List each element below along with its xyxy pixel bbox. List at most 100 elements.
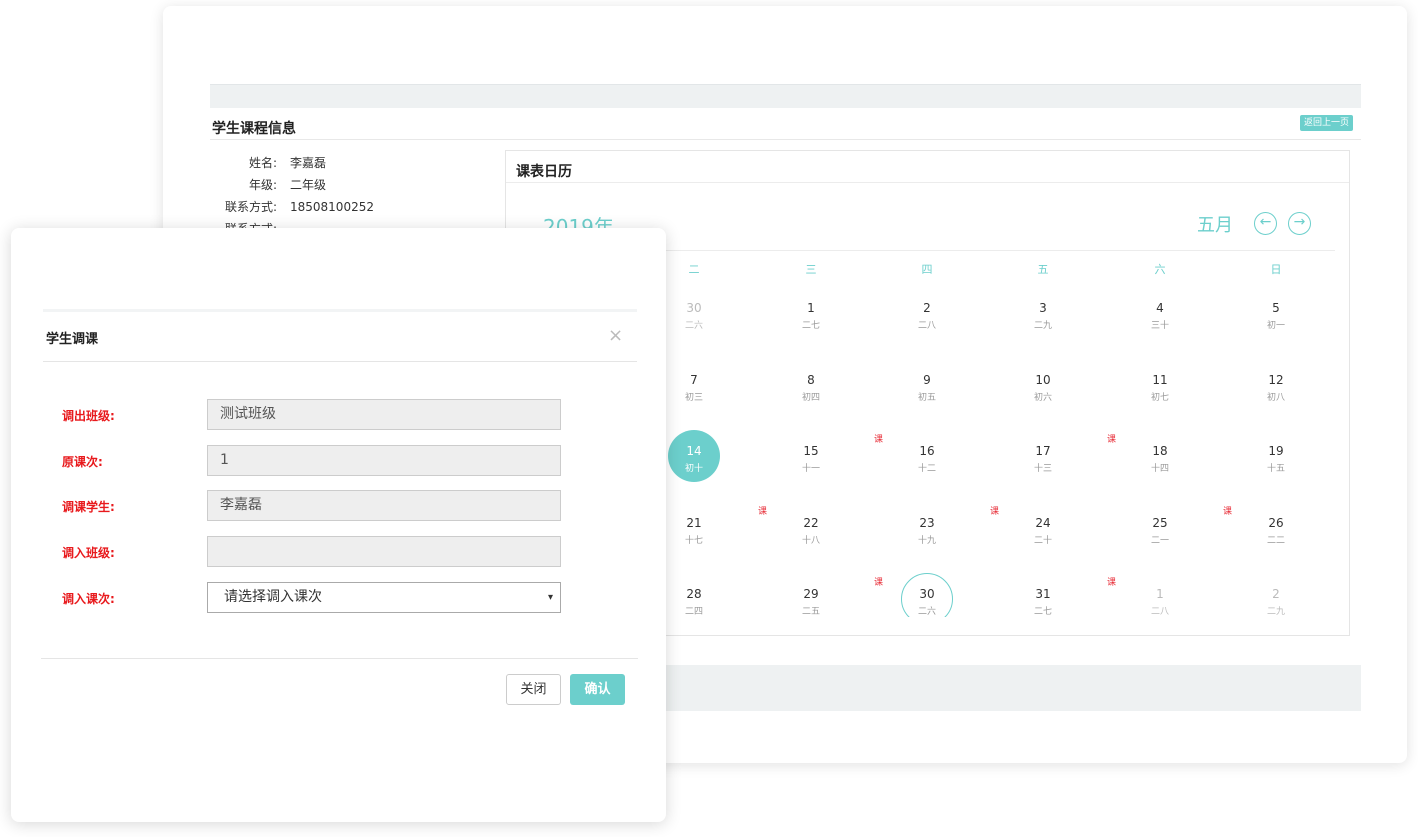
next-month-icon[interactable]: → (1288, 212, 1311, 235)
day-number: 28 (686, 587, 702, 601)
in-lesson-select[interactable]: 请选择调入课次 ▾ (207, 582, 561, 613)
calendar-day[interactable]: 19 十五 (1246, 444, 1306, 474)
section-divider (210, 139, 1361, 140)
day-number: 7 (690, 373, 698, 387)
in-class-field[interactable] (207, 536, 561, 567)
course-marker: 课 (874, 435, 884, 445)
day-number: 18 (1152, 444, 1168, 458)
calendar-day[interactable]: 5 初一 (1246, 301, 1306, 331)
calendar-day[interactable]: 26 二二 (1246, 516, 1306, 546)
modal-header-divider (43, 361, 637, 362)
original-lesson-field[interactable]: 1 (207, 445, 561, 476)
day-number: 8 (807, 373, 815, 387)
lunar-date: 十八 (801, 536, 820, 546)
calendar-day[interactable]: 25 二一 (1130, 516, 1190, 546)
close-icon[interactable]: × (608, 326, 623, 346)
student-label: 调课学生: (62, 500, 115, 514)
calendar-day[interactable]: 2 二九 (1246, 587, 1306, 617)
lunar-date: 十一 (801, 464, 820, 474)
calendar-title: 课表日历 (516, 164, 572, 180)
calendar-day-today[interactable]: 30 二六 (897, 573, 957, 617)
lunar-date: 三十 (1150, 321, 1169, 331)
lunar-date: 初十 (684, 464, 703, 474)
calendar-day[interactable]: 12 初八 (1246, 373, 1306, 403)
in-lesson-placeholder: 请选择调入课次 (224, 589, 322, 605)
weekday-header: 日 (1270, 263, 1282, 276)
weekday-header: 六 (1154, 263, 1166, 276)
prev-month-icon[interactable]: ← (1254, 212, 1277, 235)
calendar-day[interactable]: 7 初三 (664, 373, 724, 403)
info-value: 二年级 (290, 178, 327, 192)
day-number: 11 (1152, 373, 1168, 387)
lunar-date: 二八 (917, 321, 936, 331)
calendar-day[interactable]: 10 初六 (1013, 373, 1073, 403)
lunar-date: 初四 (801, 393, 820, 403)
confirm-button[interactable]: 确认 (570, 674, 625, 705)
lunar-date: 初七 (1150, 393, 1169, 403)
course-marker: 课 (1107, 435, 1117, 445)
day-number: 14 (686, 444, 702, 458)
header-band (210, 84, 1361, 108)
info-label: 姓名: (248, 156, 277, 170)
lunar-date: 二九 (1266, 607, 1285, 617)
info-grade-row: 年级: 二年级 (211, 176, 326, 194)
lunar-date: 十七 (684, 536, 703, 546)
lunar-date: 二四 (684, 607, 703, 617)
lunar-date: 二一 (1150, 536, 1169, 546)
day-number: 4 (1156, 301, 1164, 315)
day-number: 24 (1035, 516, 1051, 530)
modal-title: 学生调课 (46, 332, 99, 347)
lunar-date: 二六 (684, 321, 703, 331)
calendar-day[interactable]: 2 二八 (897, 301, 957, 331)
day-number: 25 (1152, 516, 1168, 530)
calendar-day[interactable]: 11 初七 (1130, 373, 1190, 403)
calendar-day[interactable]: 1 二八 (1130, 587, 1190, 617)
out-class-label: 调出班级: (62, 409, 115, 423)
calendar-day[interactable]: 29 二五 (781, 587, 841, 617)
weekday-header: 五 (1037, 263, 1049, 276)
weekday-header: 二 (688, 263, 700, 276)
calendar-day[interactable]: 24 二十 (1013, 516, 1073, 546)
calendar-day[interactable]: 9 初五 (897, 373, 957, 403)
calendar-day[interactable]: 23 十九 (897, 516, 957, 546)
calendar-day-selected[interactable]: 14 初十 (664, 430, 724, 482)
calendar-day[interactable]: 15 十一 (781, 444, 841, 474)
lunar-date: 十五 (1266, 464, 1285, 474)
day-number: 29 (803, 587, 819, 601)
weekday-header: 四 (921, 263, 933, 276)
in-class-label: 调入班级: (62, 546, 115, 560)
calendar-day[interactable]: 18 十四 (1130, 444, 1190, 474)
calendar-day[interactable]: 16 十二 (897, 444, 957, 474)
info-value: 李嘉磊 (290, 156, 327, 170)
back-button[interactable]: 返回上一页 (1300, 115, 1353, 131)
lunar-date: 初五 (917, 393, 936, 403)
calendar-day[interactable]: 21 十七 (664, 516, 724, 546)
close-button[interactable]: 关闭 (506, 674, 561, 705)
day-number: 21 (686, 516, 702, 530)
student-field[interactable]: 李嘉磊 (207, 490, 561, 521)
day-number: 12 (1268, 373, 1284, 387)
course-marker: 课 (1223, 507, 1233, 517)
course-marker: 课 (1107, 578, 1117, 588)
lunar-date: 二二 (1266, 536, 1285, 546)
calendar-day[interactable]: 17 十三 (1013, 444, 1073, 474)
calendar-day[interactable]: 31 二七 (1013, 587, 1073, 617)
chevron-down-icon: ▾ (547, 592, 553, 603)
info-contact-row: 联系方式: 18508100252 (211, 198, 374, 216)
lunar-date: 十二 (917, 464, 936, 474)
day-number: 5 (1272, 301, 1280, 315)
info-label: 年级: (248, 178, 277, 192)
lunar-date: 二七 (801, 321, 820, 331)
calendar-day[interactable]: 1 二七 (781, 301, 841, 331)
calendar-day[interactable]: 28 二四 (664, 587, 724, 617)
calendar-day[interactable]: 30 二六 (664, 301, 724, 331)
calendar-day[interactable]: 3 二九 (1013, 301, 1073, 331)
lunar-date: 二九 (1033, 321, 1052, 331)
lunar-date: 二六 (917, 607, 936, 617)
calendar-day[interactable]: 22 十八 (781, 516, 841, 546)
calendar-month: 五月 (1197, 215, 1233, 236)
calendar-day[interactable]: 8 初四 (781, 373, 841, 403)
calendar-day[interactable]: 4 三十 (1130, 301, 1190, 331)
info-label: 联系方式: (224, 200, 277, 214)
out-class-field[interactable]: 测试班级 (207, 399, 561, 430)
